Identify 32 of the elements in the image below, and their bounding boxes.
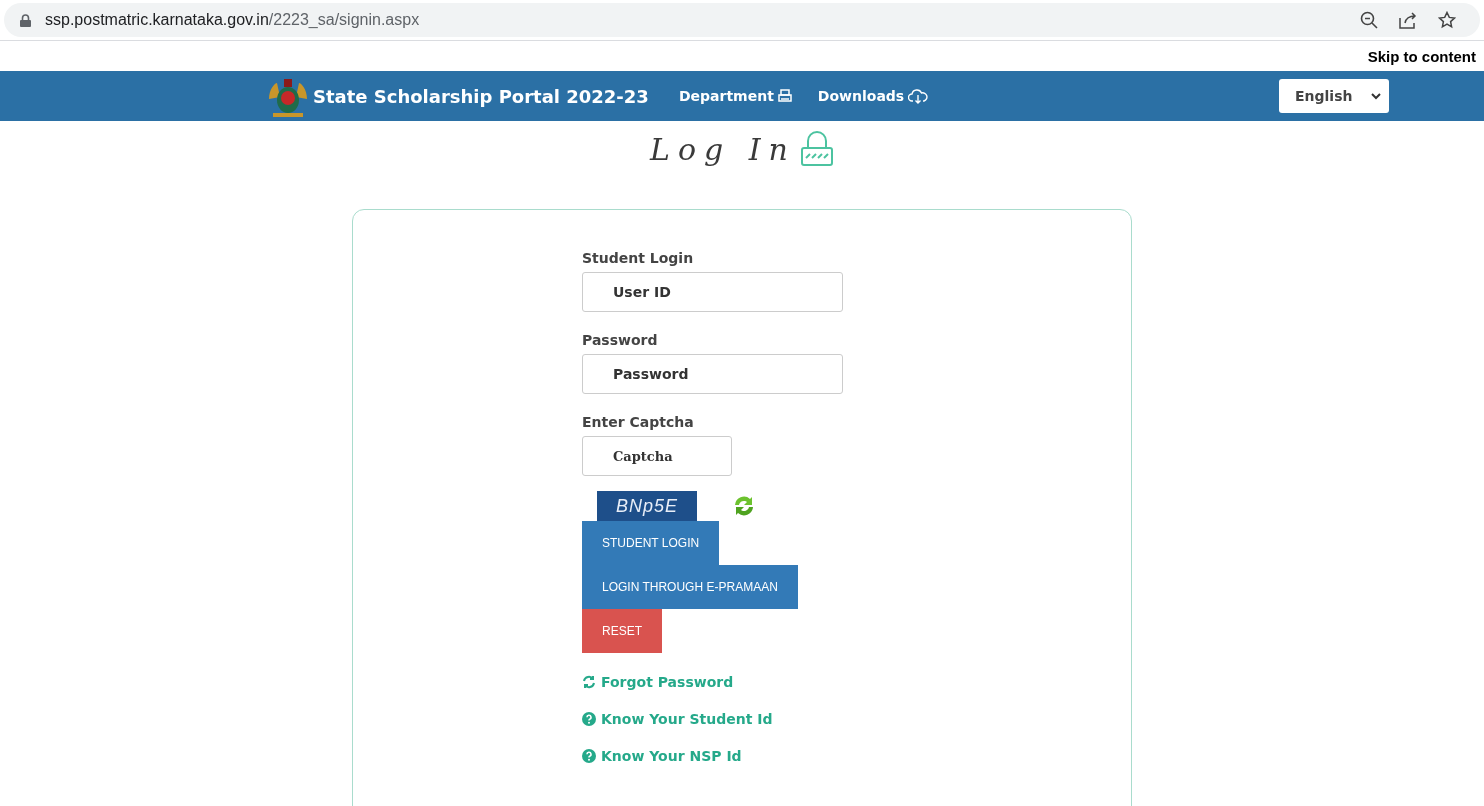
login-button[interactable]: STUDENT LOGIN	[582, 521, 720, 565]
language-select[interactable]: English	[1279, 79, 1389, 113]
portal-title: State Scholarship Portal 2022-23	[313, 85, 649, 107]
question-icon	[582, 749, 596, 763]
help-link[interactable]: Know Your Student Id	[582, 711, 1131, 727]
help-link[interactable]: Forgot Password	[582, 674, 1131, 690]
help-link[interactable]: Know Your NSP Id	[582, 748, 1131, 764]
input-field[interactable]: User ID	[582, 272, 843, 312]
share-icon[interactable]	[1398, 11, 1418, 29]
input-field[interactable]: Captcha	[582, 436, 732, 476]
url-text: ssp.postmatric.karnataka.gov.in/2223_sa/signin.aspx	[45, 11, 420, 29]
captcha-image: BNp5E	[597, 491, 697, 521]
question-icon	[582, 712, 596, 726]
address-bar[interactable]: ssp.postmatric.karnataka.gov.in/2223_sa/signin.aspx	[4, 3, 1480, 37]
padlock-icon	[799, 131, 834, 167]
input-field[interactable]: Password	[582, 354, 843, 394]
field-label: Enter Captcha	[582, 414, 695, 430]
login-heading: Log In	[650, 132, 796, 167]
skip-link[interactable]: Skip to content	[1367, 47, 1476, 65]
reset-button[interactable]: RESET	[582, 609, 662, 653]
field-label: Student Login	[582, 250, 695, 266]
zoom-icon[interactable]	[1360, 11, 1378, 29]
nav-link[interactable]: Department	[678, 88, 792, 104]
nav-link[interactable]: Downloads	[817, 88, 929, 104]
chevron-down-icon	[1371, 92, 1381, 100]
star-icon[interactable]	[1438, 11, 1456, 29]
printer-icon	[777, 89, 792, 103]
refresh-icon	[582, 675, 596, 689]
login-button[interactable]: LOGIN THROUGH E-PRAMAAN	[582, 565, 798, 609]
field-label: Password	[582, 332, 659, 348]
lock-icon	[20, 13, 31, 27]
cloud-download-icon	[908, 88, 929, 104]
